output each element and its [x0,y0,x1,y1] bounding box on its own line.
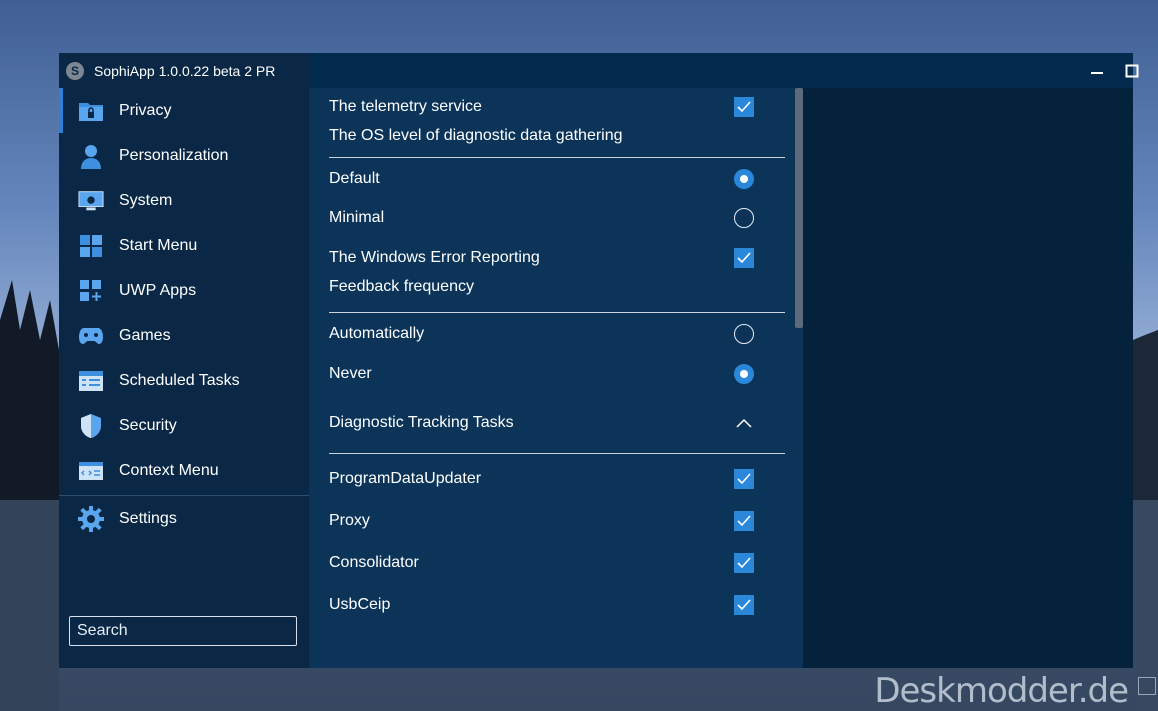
person-icon [78,143,104,169]
task-list-icon [78,368,104,394]
telemetry-label: The telemetry service [329,98,482,115]
sidebar-item-personalization[interactable]: Personalization [59,133,309,178]
wer-row[interactable]: The Windows Error Reporting [329,243,784,273]
sidebar-item-privacy[interactable]: Privacy [59,88,309,133]
checkmark-icon [737,101,751,113]
sidebar-item-uwp-apps[interactable]: UWP Apps [59,268,309,313]
task-label: UsbCeip [329,596,391,613]
sidebar-item-system[interactable]: System [59,178,309,223]
search-placeholder: Search [77,622,128,639]
telemetry-checkbox[interactable] [734,97,754,117]
wer-label: The Windows Error Reporting [329,249,540,266]
sidebar-item-label: Context Menu [119,461,219,479]
checkmark-icon [737,599,751,611]
close-button[interactable] [1148,53,1158,88]
scrollbar-thumb[interactable] [795,88,803,328]
task-label: Proxy [329,512,370,529]
option-label: Automatically [329,325,425,342]
sidebar-item-scheduled-tasks[interactable]: Scheduled Tasks [59,358,309,403]
checkmark-icon [737,473,751,485]
context-menu-icon [78,458,104,484]
minimize-icon [1090,71,1103,74]
sidebar-item-label: Settings [119,509,177,527]
checkmark-icon [737,515,751,527]
task-checkbox[interactable] [734,511,754,531]
app-title: SophiApp 1.0.0.22 beta 2 PR [94,62,276,79]
apps-grid-icon [78,278,104,304]
task-label: ProgramDataUpdater [329,470,482,487]
divider [329,157,785,158]
task-checkbox[interactable] [734,469,754,489]
detail-panel [803,88,1133,668]
maximize-button[interactable] [1114,53,1149,88]
sidebar-item-context-menu[interactable]: Context Menu [59,448,309,493]
sidebar-item-label: System [119,191,173,209]
settings-content: The telemetry service The OS level of di… [309,88,803,668]
privacy-icon [78,98,104,124]
tracking-tasks-expander[interactable]: Diagnostic Tracking Tasks [329,408,784,438]
titlebar-controls [309,53,1138,88]
minimize-button[interactable] [1079,53,1114,88]
task-row[interactable]: Proxy [329,506,784,536]
wer-checkbox[interactable] [734,248,754,268]
sidebar-item-label: Games [119,326,171,344]
sidebar-item-label: Personalization [119,146,229,164]
sidebar-item-label: Security [119,416,177,434]
sidebar-item-label: UWP Apps [119,281,197,299]
checkmark-icon [737,252,751,264]
radio-unselected[interactable] [734,208,754,228]
checkmark-icon [737,557,751,569]
sidebar-item-label: Privacy [119,101,172,119]
chevron-up-icon[interactable] [734,413,754,433]
gamepad-icon [78,323,104,349]
sidebar-item-security[interactable]: Security [59,403,309,448]
task-checkbox[interactable] [734,553,754,573]
maximize-icon [1125,64,1138,77]
diag-option-default[interactable]: Default [329,164,784,194]
feedback-option-never[interactable]: Never [329,359,784,389]
windows-logo-icon [78,233,104,259]
diag-heading-row: The OS level of diagnostic data gatherin… [329,122,784,150]
app-window: S SophiApp 1.0.0.22 beta 2 PR Privacy Pe… [59,53,1138,668]
radio-selected[interactable] [734,364,754,384]
diag-heading: The OS level of diagnostic data gatherin… [329,127,623,144]
sidebar-nav: Privacy Personalization System Start Men… [59,88,309,541]
feedback-heading: Feedback frequency [329,278,474,295]
watermark-icon [1138,677,1156,695]
option-label: Default [329,170,380,187]
gear-icon [78,505,104,532]
task-row[interactable]: ProgramDataUpdater [329,464,784,494]
radio-selected[interactable] [734,169,754,189]
sidebar-item-label: Start Menu [119,236,198,254]
task-checkbox[interactable] [734,595,754,615]
diag-option-minimal[interactable]: Minimal [329,203,784,233]
search-input[interactable]: Search [69,616,297,646]
telemetry-row[interactable]: The telemetry service [329,92,784,122]
tracking-heading: Diagnostic Tracking Tasks [329,414,514,431]
task-label: Consolidator [329,554,419,571]
sidebar: S SophiApp 1.0.0.22 beta 2 PR Privacy Pe… [59,53,309,668]
option-label: Never [329,365,372,382]
titlebar: S SophiApp 1.0.0.22 beta 2 PR [59,53,309,88]
sidebar-item-start-menu[interactable]: Start Menu [59,223,309,268]
watermark: Deskmodder.de [874,671,1129,711]
app-logo-icon: S [66,61,84,80]
divider [329,312,785,313]
radio-unselected[interactable] [734,324,754,344]
sidebar-item-label: Scheduled Tasks [119,371,240,389]
feedback-heading-row: Feedback frequency [329,273,784,301]
task-row[interactable]: UsbCeip [329,590,784,620]
feedback-option-automatically[interactable]: Automatically [329,319,784,349]
task-row[interactable]: Consolidator [329,548,784,578]
option-label: Minimal [329,209,385,226]
sidebar-item-settings[interactable]: Settings [59,496,309,541]
shield-icon [78,413,104,439]
divider [329,453,785,454]
sidebar-item-games[interactable]: Games [59,313,309,358]
monitor-icon [78,188,104,214]
